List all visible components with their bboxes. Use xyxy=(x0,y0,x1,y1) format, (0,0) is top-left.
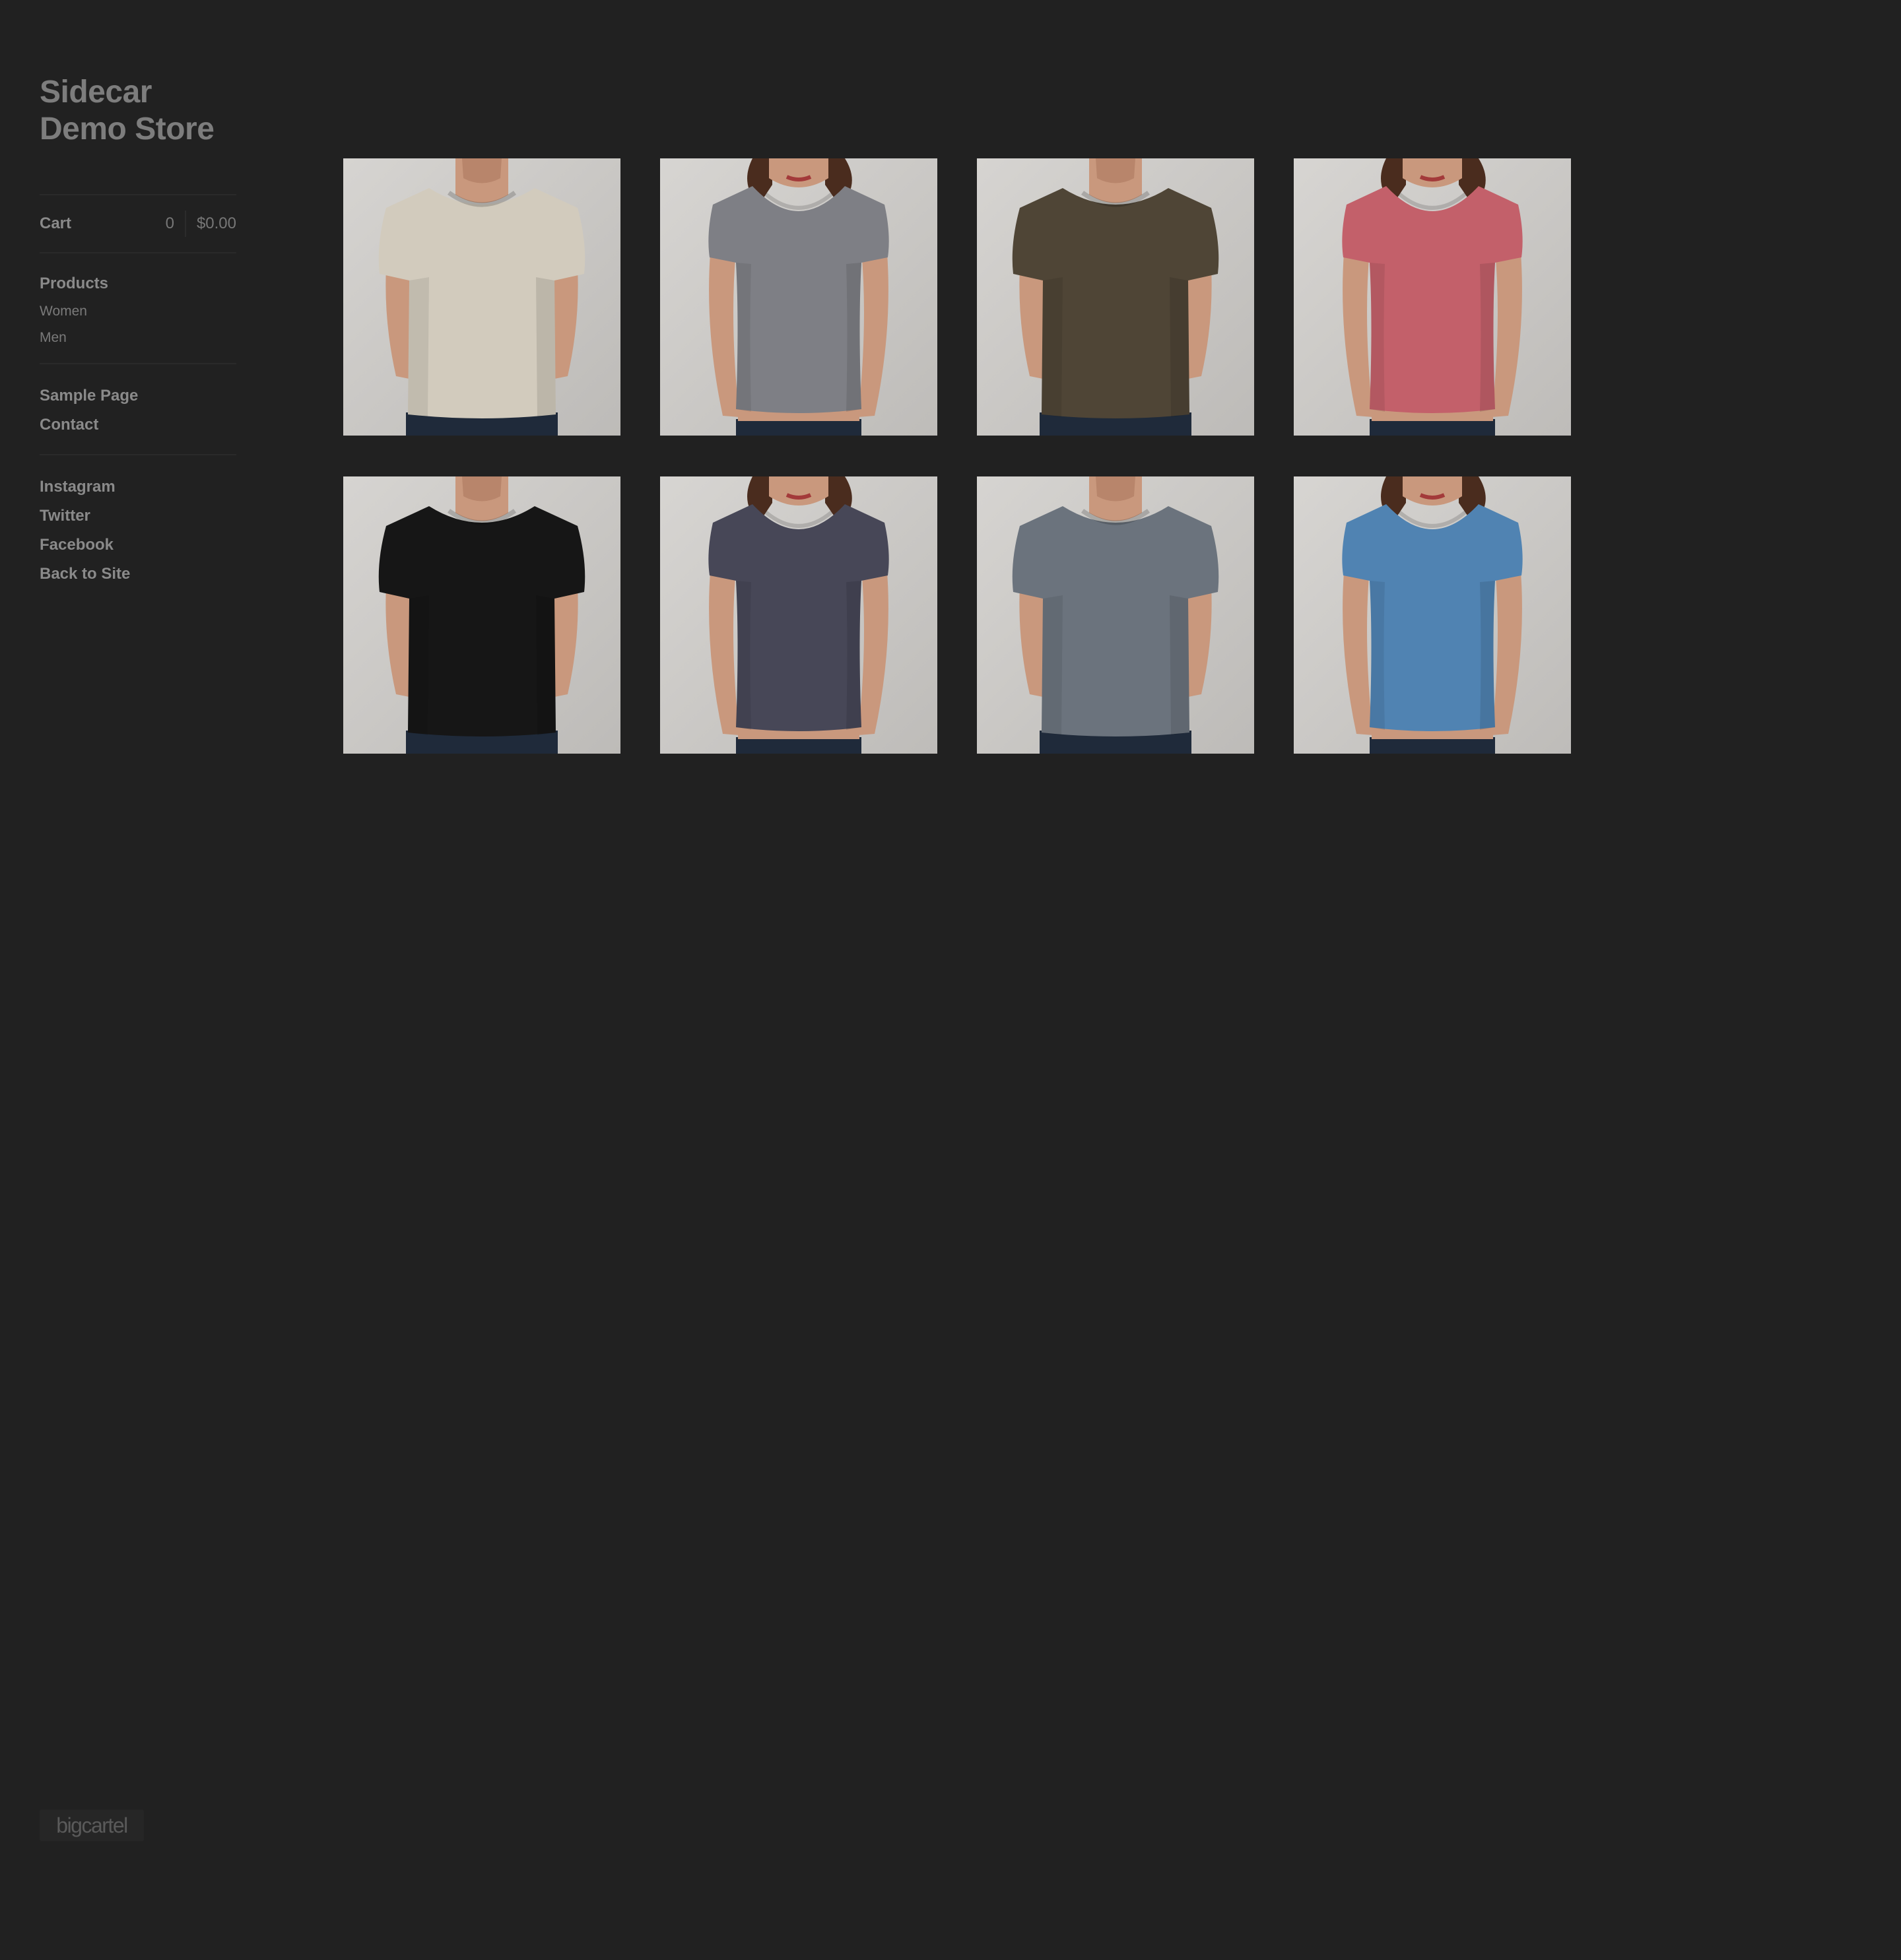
cart-row: Cart 0 $0.00 xyxy=(40,195,236,252)
product-thumbnail[interactable] xyxy=(1294,158,1571,436)
store-title: Sidecar Demo Store xyxy=(40,74,236,148)
female-model-photo xyxy=(1294,476,1571,754)
nav-category-women[interactable]: Women xyxy=(40,298,236,325)
nav-twitter[interactable]: Twitter xyxy=(40,502,236,531)
sidebar: Sidecar Demo Store Cart 0 $0.00 Products… xyxy=(40,74,236,603)
nav-contact[interactable]: Contact xyxy=(40,410,236,440)
female-model-photo xyxy=(1294,158,1571,436)
female-model-photo xyxy=(660,476,937,754)
store-title-line1: Sidecar xyxy=(40,75,152,110)
store-title-link[interactable]: Sidecar Demo Store xyxy=(40,74,236,148)
product-thumbnail[interactable] xyxy=(343,158,620,436)
nav-facebook[interactable]: Facebook xyxy=(40,531,236,560)
nav-instagram[interactable]: Instagram xyxy=(40,473,236,502)
nav-products[interactable]: Products xyxy=(40,269,236,298)
male-model-photo xyxy=(343,476,620,754)
product-thumbnail[interactable] xyxy=(343,476,620,754)
cart-total: $0.00 xyxy=(196,214,236,232)
cart-link[interactable]: Cart xyxy=(40,214,166,233)
product-thumbnail[interactable] xyxy=(977,158,1254,436)
nav-back-to-site[interactable]: Back to Site xyxy=(40,560,236,589)
male-model-photo xyxy=(977,158,1254,436)
nav-category-men[interactable]: Men xyxy=(40,325,236,351)
nav-sample-page[interactable]: Sample Page xyxy=(40,381,236,410)
pages-nav: Sample Page Contact xyxy=(40,364,236,454)
products-nav: Products Women Men xyxy=(40,253,236,363)
female-model-photo xyxy=(660,158,937,436)
product-thumbnail[interactable] xyxy=(977,476,1254,754)
product-thumbnail[interactable] xyxy=(660,158,937,436)
male-model-photo xyxy=(977,476,1254,754)
store-title-line2: Demo Store xyxy=(40,112,215,147)
product-thumbnail[interactable] xyxy=(660,476,937,754)
cart-count: 0 xyxy=(166,211,186,237)
product-thumbnail[interactable] xyxy=(1294,476,1571,754)
male-model-photo xyxy=(343,158,620,436)
product-grid xyxy=(343,158,1571,754)
bigcartel-badge[interactable]: bigcartel xyxy=(40,1810,144,1841)
social-nav: Instagram Twitter Facebook Back to Site xyxy=(40,455,236,603)
